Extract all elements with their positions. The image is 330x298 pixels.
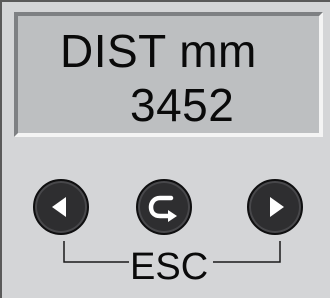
display-line-2: 3452 xyxy=(130,79,235,131)
control-panel: DIST mm 3452 ESC xyxy=(0,0,330,298)
left-button[interactable] xyxy=(33,179,89,235)
return-arrow-icon xyxy=(148,195,177,222)
right-arrow-icon xyxy=(270,197,284,217)
right-button[interactable] xyxy=(247,179,303,235)
display-line-1: DIST mm xyxy=(60,25,257,77)
lcd-display: DIST mm 3452 xyxy=(14,12,323,137)
esc-label: ESC xyxy=(130,246,209,288)
left-arrow-icon xyxy=(52,197,66,217)
enter-button[interactable] xyxy=(136,179,192,235)
